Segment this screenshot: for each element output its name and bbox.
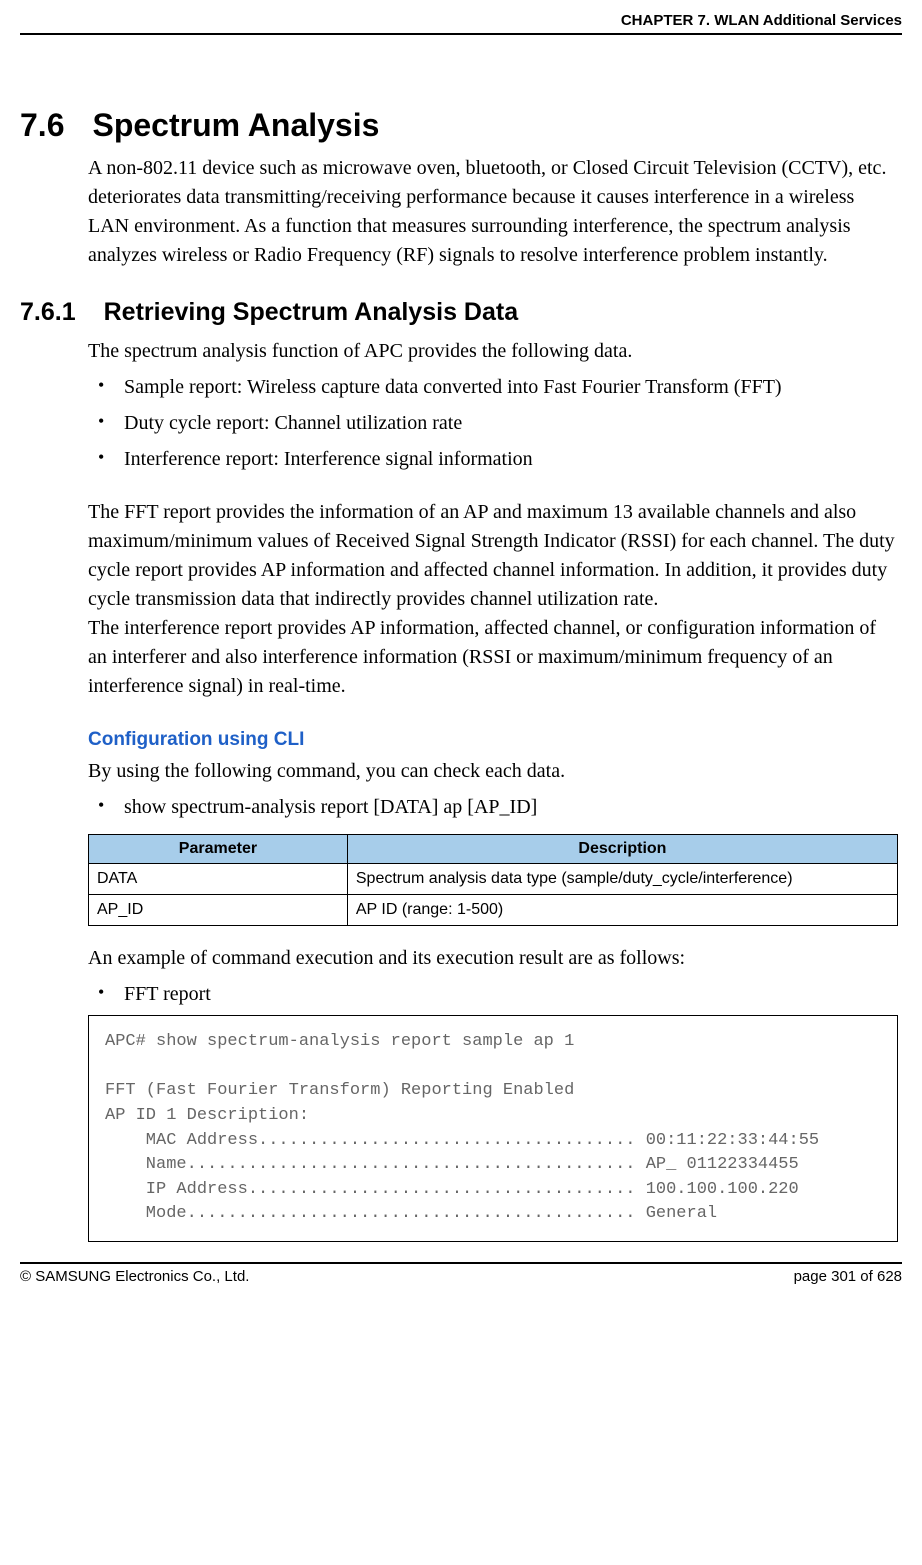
- list-item: FFT report: [88, 979, 898, 1009]
- table-header-parameter: Parameter: [89, 835, 348, 864]
- section-heading: 7.6 Spectrum Analysis: [20, 107, 902, 144]
- page-footer: © SAMSUNG Electronics Co., Ltd. page 301…: [20, 1262, 902, 1285]
- table-cell: DATA: [89, 864, 348, 895]
- table-row: DATA Spectrum analysis data type (sample…: [89, 864, 898, 895]
- table-cell: Spectrum analysis data type (sample/duty…: [347, 864, 897, 895]
- list-item: Interference report: Interference signal…: [88, 444, 898, 474]
- subsection-heading: 7.6.1 Retrieving Spectrum Analysis Data: [20, 298, 902, 327]
- fft-paragraph: The FFT report provides the information …: [88, 498, 898, 614]
- example-list: FFT report: [88, 979, 898, 1009]
- section-intro: A non-802.11 device such as microwave ov…: [88, 154, 898, 270]
- subsection-intro: The spectrum analysis function of APC pr…: [88, 337, 898, 366]
- data-type-list: Sample report: Wireless capture data con…: [88, 372, 898, 474]
- list-item: Duty cycle report: Channel utilization r…: [88, 408, 898, 438]
- list-item: Sample report: Wireless capture data con…: [88, 372, 898, 402]
- table-row: AP_ID AP ID (range: 1-500): [89, 895, 898, 926]
- parameter-table: Parameter Description DATA Spectrum anal…: [88, 834, 898, 926]
- example-intro: An example of command execution and its …: [88, 944, 898, 973]
- page-header: CHAPTER 7. WLAN Additional Services: [20, 10, 902, 35]
- section-title: Spectrum Analysis: [92, 107, 379, 143]
- cli-command-list: show spectrum-analysis report [DATA] ap …: [88, 792, 898, 822]
- chapter-label: CHAPTER 7. WLAN Additional Services: [621, 12, 902, 29]
- subsection-title: Retrieving Spectrum Analysis Data: [104, 298, 519, 326]
- section-number: 7.6: [20, 107, 64, 144]
- table-cell: AP_ID: [89, 895, 348, 926]
- cli-text: By using the following command, you can …: [88, 757, 898, 786]
- cli-heading: Configuration using CLI: [88, 729, 898, 751]
- subsection-number: 7.6.1: [20, 298, 76, 327]
- table-header-description: Description: [347, 835, 897, 864]
- table-cell: AP ID (range: 1-500): [347, 895, 897, 926]
- copyright-text: © SAMSUNG Electronics Co., Ltd.: [20, 1268, 249, 1285]
- code-output: APC# show spectrum-analysis report sampl…: [88, 1015, 898, 1242]
- page-number: page 301 of 628: [794, 1268, 902, 1285]
- list-item: show spectrum-analysis report [DATA] ap …: [88, 792, 898, 822]
- interference-paragraph: The interference report provides AP info…: [88, 614, 898, 701]
